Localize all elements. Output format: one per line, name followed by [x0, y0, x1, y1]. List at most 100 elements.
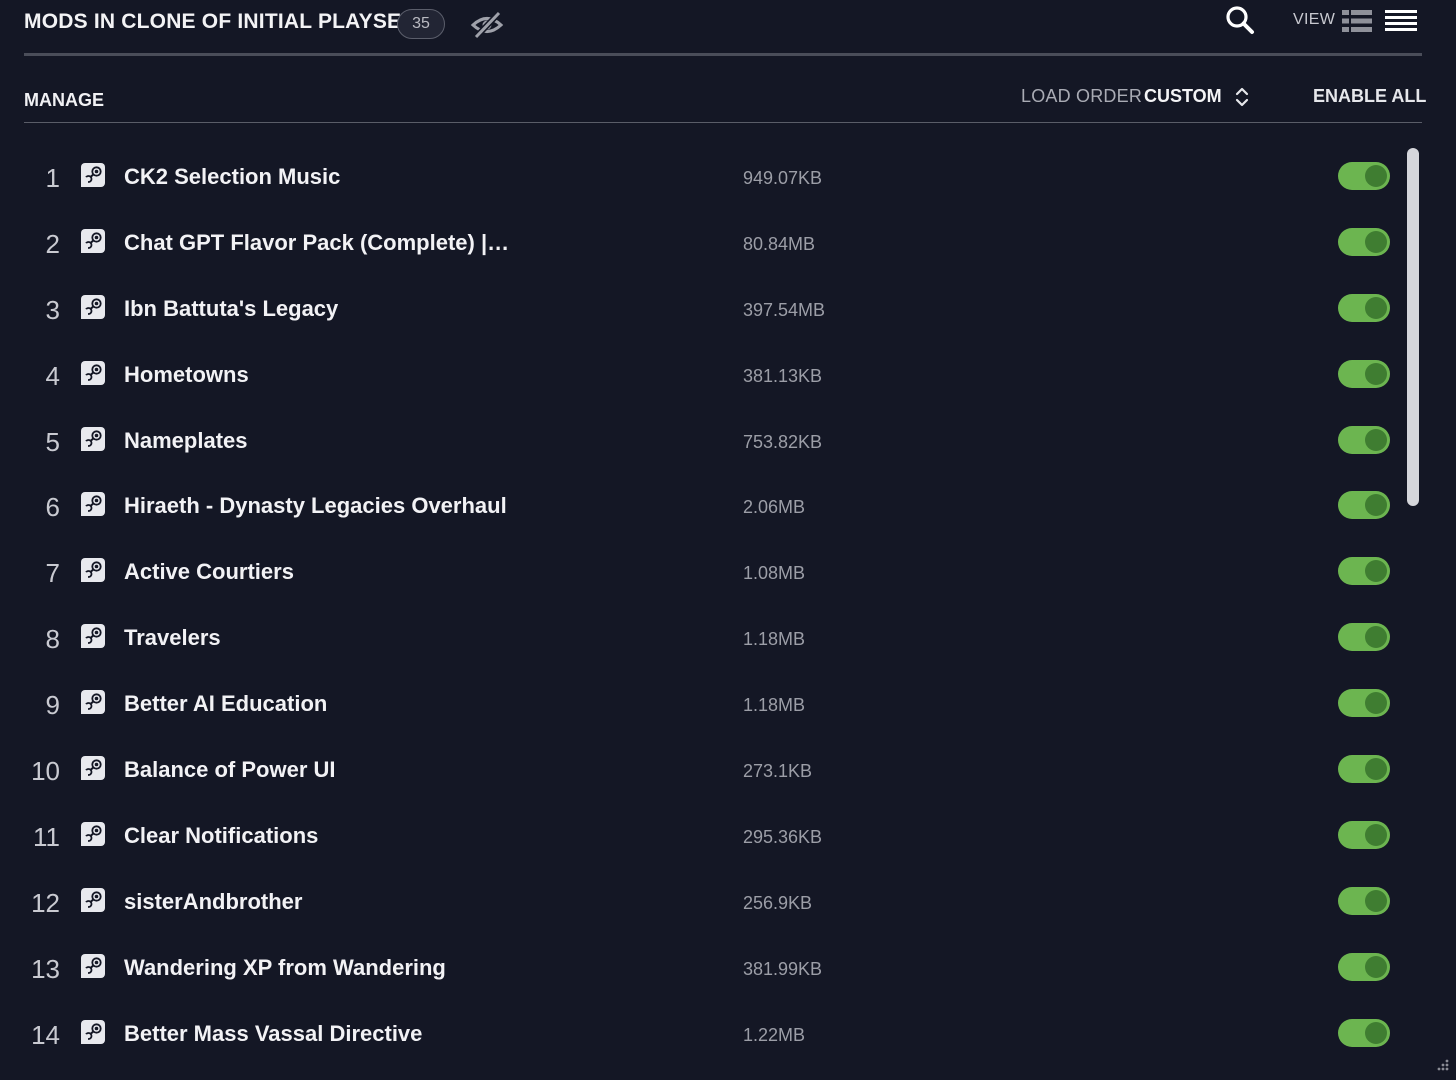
view-label: VIEW: [1293, 11, 1336, 28]
mod-row[interactable]: 6 Hiraeth - Dynasty Legacies Overhaul 2.…: [24, 474, 1400, 540]
mod-size: 949.07KB: [743, 168, 823, 188]
steam-icon: [81, 887, 105, 912]
load-order-index: 8: [45, 624, 60, 655]
steam-icon: [81, 426, 105, 451]
chevron-up-down-icon[interactable]: [1232, 85, 1252, 109]
mod-enabled-toggle[interactable]: [1338, 886, 1390, 915]
mod-size: 1.22MB: [743, 1024, 806, 1045]
toggle-knob: [1365, 889, 1387, 912]
steam-icon: [81, 492, 105, 517]
mod-enabled-toggle[interactable]: [1338, 293, 1390, 322]
mod-name: Active Courtiers: [124, 559, 294, 585]
steam-icon: [81, 558, 105, 583]
toggle-knob: [1365, 692, 1387, 715]
mod-enabled-toggle[interactable]: [1338, 689, 1390, 718]
load-order-index: 10: [31, 756, 60, 787]
toggle-knob: [1365, 428, 1387, 451]
steam-icon: [81, 360, 105, 385]
mod-row[interactable]: 1 CK2 Selection Music 949.07KB: [24, 145, 1400, 211]
mod-size: 1.18MB: [743, 629, 806, 650]
mod-enabled-toggle[interactable]: [1338, 162, 1390, 190]
mod-row[interactable]: 3 Ibn Battuta's Legacy 397.54MB: [24, 277, 1400, 343]
mod-enabled-toggle[interactable]: [1338, 820, 1390, 849]
steam-icon: [81, 624, 105, 649]
resize-grip-icon[interactable]: [1434, 1058, 1450, 1074]
mod-enabled-toggle[interactable]: [1338, 557, 1390, 586]
page-title: MODS IN CLONE OF INITIAL PLAYSET: [24, 10, 415, 33]
toggle-knob: [1365, 1021, 1387, 1044]
load-order-select[interactable]: CUSTOM: [1144, 86, 1222, 107]
mod-enabled-toggle[interactable]: [1338, 952, 1390, 981]
eye-slash-icon[interactable]: [470, 8, 504, 40]
mod-enabled-toggle[interactable]: [1338, 1018, 1390, 1047]
mod-name: Nameplates: [124, 427, 248, 453]
mod-name: Clear Notifications: [124, 822, 319, 848]
load-order-index: 6: [45, 492, 60, 523]
mod-name: Wandering XP from Wandering: [124, 954, 446, 980]
mod-row[interactable]: 7 Active Courtiers 1.08MB: [24, 540, 1400, 606]
mod-name: Hometowns: [124, 361, 249, 387]
toggle-knob: [1365, 494, 1387, 517]
load-order-index: 9: [45, 690, 60, 721]
load-order-index: 12: [31, 887, 60, 918]
mod-row[interactable]: 10 Balance of Power UI 273.1KB: [24, 738, 1400, 804]
mod-enabled-toggle[interactable]: [1338, 491, 1390, 520]
mod-count-badge: 35: [397, 9, 445, 39]
mod-size: 381.99KB: [743, 958, 823, 979]
mod-manager-window: MODS IN CLONE OF INITIAL PLAYSET 35 VIEW: [0, 0, 1456, 1080]
mod-size: 295.36KB: [743, 826, 823, 847]
manage-button[interactable]: MANAGE: [24, 90, 104, 111]
mod-size: 2.06MB: [743, 497, 806, 518]
load-order-index: 11: [33, 821, 60, 852]
mod-name: Better Mass Vassal Directive: [124, 1020, 423, 1046]
mod-name: sisterAndbrother: [124, 888, 303, 914]
mod-enabled-toggle[interactable]: [1338, 359, 1390, 388]
mod-name: Travelers: [124, 625, 221, 651]
load-order-index: 4: [45, 360, 60, 391]
toggle-knob: [1365, 626, 1387, 649]
toggle-knob: [1365, 230, 1387, 253]
mod-size: 381.13KB: [743, 365, 823, 386]
scrollbar-thumb[interactable]: [1407, 148, 1419, 506]
mod-row[interactable]: 14 Better Mass Vassal Directive 1.22MB: [24, 1002, 1400, 1068]
toggle-knob: [1365, 296, 1387, 319]
mod-size: 753.82KB: [743, 431, 823, 452]
mod-name: Ibn Battuta's Legacy: [124, 295, 339, 321]
mod-size: 256.9KB: [743, 892, 813, 913]
mod-size: 397.54MB: [743, 299, 826, 320]
mod-row[interactable]: 2 Chat GPT Flavor Pack (Complete) |… 80.…: [24, 211, 1400, 277]
mod-enabled-toggle[interactable]: [1338, 755, 1390, 784]
mod-row[interactable]: 12 sisterAndbrother 256.9KB: [24, 870, 1400, 936]
mod-row[interactable]: 13 Wandering XP from Wandering 381.99KB: [24, 936, 1400, 1002]
list-view-icon[interactable]: [1385, 9, 1417, 33]
mod-row[interactable]: 9 Better AI Education 1.18MB: [24, 672, 1400, 738]
steam-icon: [81, 228, 105, 253]
steam-icon: [81, 821, 105, 846]
load-order-index: 7: [45, 558, 60, 589]
mod-enabled-toggle[interactable]: [1338, 623, 1390, 652]
mod-name: Hiraeth - Dynasty Legacies Overhaul: [124, 493, 507, 519]
playset-header: MODS IN CLONE OF INITIAL PLAYSET 35 VIEW: [24, 0, 1422, 56]
mod-name: Balance of Power UI: [124, 757, 336, 783]
mod-size: 1.08MB: [743, 563, 806, 584]
table-view-icon[interactable]: [1342, 9, 1372, 33]
mod-enabled-toggle[interactable]: [1338, 425, 1390, 454]
steam-icon: [81, 953, 105, 978]
load-order-index: 5: [45, 426, 60, 457]
mod-row[interactable]: 4 Hometowns 381.13KB: [24, 343, 1400, 409]
load-order-label: LOAD ORDER: [1021, 86, 1143, 106]
mod-row[interactable]: 5 Nameplates 753.82KB: [24, 409, 1400, 475]
enable-all-button[interactable]: ENABLE ALL: [1313, 86, 1426, 107]
load-order-index: 14: [31, 1019, 60, 1050]
steam-icon: [81, 690, 105, 715]
load-order-index: 3: [45, 294, 60, 325]
steam-icon: [81, 1019, 105, 1044]
mod-row[interactable]: 8 Travelers 1.18MB: [24, 606, 1400, 672]
mod-row[interactable]: 11 Clear Notifications 295.36KB: [24, 804, 1400, 870]
load-order-index: 2: [45, 228, 60, 259]
mod-enabled-toggle[interactable]: [1338, 227, 1390, 256]
search-icon[interactable]: [1224, 4, 1256, 36]
mod-name: Chat GPT Flavor Pack (Complete) |…: [124, 229, 510, 255]
mod-name: Better AI Education: [124, 691, 328, 717]
load-order-index: 13: [31, 953, 60, 984]
